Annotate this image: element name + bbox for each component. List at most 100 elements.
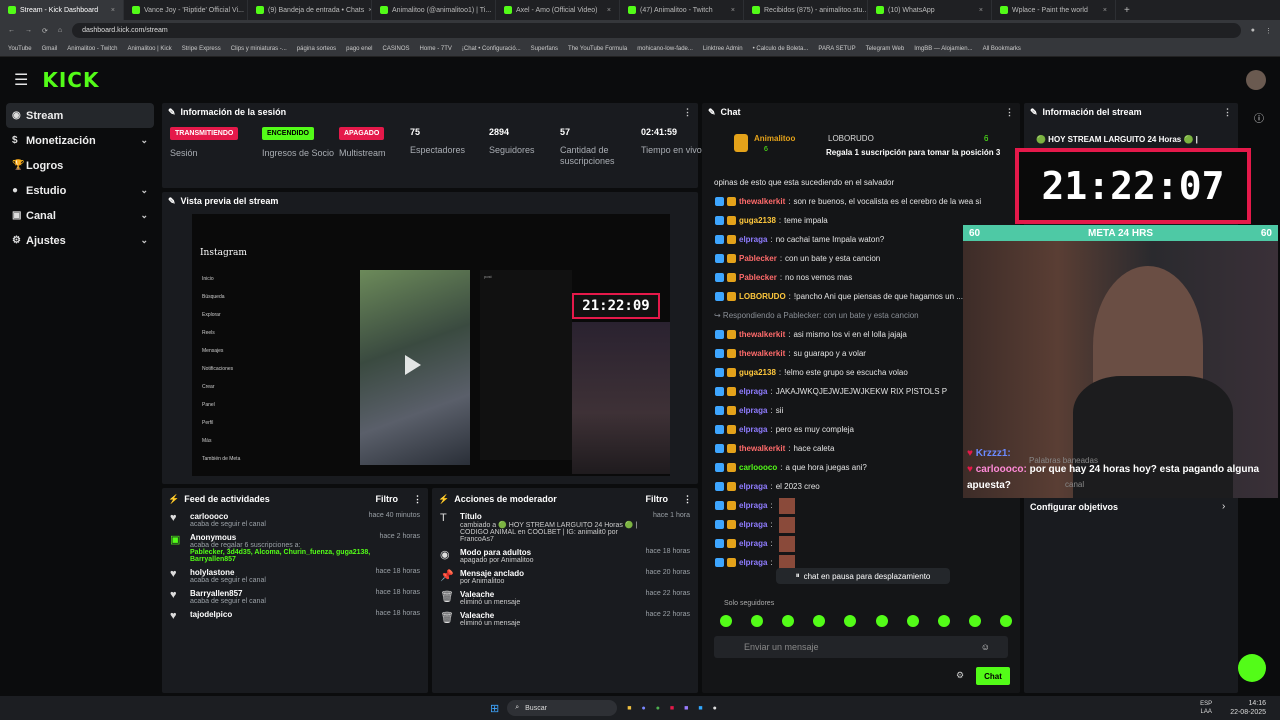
pause-banner[interactable]: ⏸ chat en pausa para desplazamiento — [776, 568, 950, 584]
feed-menu-icon[interactable]: ⋮ — [413, 494, 422, 505]
chat-username[interactable]: elpraga — [739, 501, 767, 510]
discord-icon[interactable]: ● — [641, 705, 645, 712]
chat-username[interactable]: elpraga — [739, 406, 767, 415]
kick-logo[interactable]: KICK — [42, 68, 99, 92]
bookmark-item[interactable]: Clips y miniaturas -... — [231, 46, 287, 52]
emote-icon[interactable] — [906, 615, 919, 627]
chat-username[interactable]: guga2138 — [739, 216, 776, 225]
browser-tab[interactable]: Wplace - Paint the world × — [992, 0, 1116, 20]
url-input[interactable]: dashboard.kick.com/stream — [72, 23, 1241, 38]
profile-icon[interactable]: ● — [1251, 27, 1255, 34]
bookmark-item[interactable]: Superfans — [531, 46, 558, 52]
bookmark-item[interactable]: ¡Chat • Configuració... — [462, 46, 521, 52]
emote-icon[interactable] — [720, 615, 732, 627]
mod-filter-button[interactable]: Filtro — [646, 494, 669, 504]
emote-icon[interactable] — [999, 615, 1012, 627]
bookmark-item[interactable]: mohicano-low-fade... — [637, 46, 693, 52]
chat-username[interactable]: guga2138 — [739, 368, 776, 377]
feed-filter-button[interactable]: Filtro — [376, 494, 399, 504]
bookmark-item[interactable]: página sorteos — [297, 46, 336, 52]
chat-username[interactable]: LOBORUDO — [739, 292, 786, 301]
premiere-icon[interactable]: ■ — [684, 705, 688, 712]
bookmark-item[interactable]: YouTube — [8, 46, 32, 52]
reload-icon[interactable]: ⟳ — [42, 27, 48, 35]
settings-icon[interactable]: ⚙ — [956, 670, 964, 681]
chevron-right-icon[interactable]: › — [1222, 501, 1225, 512]
bookmark-item[interactable]: Stripe Express — [182, 46, 221, 52]
language-indicator[interactable]: ESP LAA — [1200, 700, 1212, 716]
emote-icon[interactable] — [937, 615, 950, 627]
chat-username[interactable]: carloooco — [739, 463, 777, 472]
bookmark-item[interactable]: Linktree Admin — [703, 46, 743, 52]
sidebar-item-stream[interactable]: ◉ Stream — [6, 103, 154, 128]
photoshop-icon[interactable]: ■ — [698, 705, 702, 712]
emote-icon[interactable] — [968, 615, 981, 627]
chevron-down-icon[interactable]: ⌄ — [140, 185, 148, 196]
bookmark-item[interactable]: Animalitoo - Twitch — [67, 46, 117, 52]
chevron-down-icon[interactable]: ⌄ — [140, 235, 148, 246]
browser-tab[interactable]: (47) Animalitoo - Twitch × — [620, 0, 744, 20]
chat-username[interactable]: thewalkerkit — [739, 197, 785, 206]
chat-username[interactable]: Pablecker — [739, 254, 777, 263]
bookmark-item[interactable]: PARA SETUP — [818, 46, 855, 52]
chat-username[interactable]: elpraga — [739, 520, 767, 529]
bookmark-item[interactable]: The YouTube Formula — [568, 46, 627, 52]
browser-tab[interactable]: Recibidos (875) - animalitoo.stu...× — [744, 0, 868, 20]
tab-close-icon[interactable]: × — [111, 7, 115, 14]
windows-start-icon[interactable]: ⊞ — [490, 702, 499, 715]
tab-close-icon[interactable]: × — [731, 7, 735, 14]
bookmark-item[interactable]: Telegram Web — [866, 46, 905, 52]
avatar[interactable] — [1246, 70, 1266, 90]
emote-icon[interactable] — [844, 615, 857, 627]
steam-icon[interactable]: ● — [713, 705, 717, 712]
chrome-icon[interactable]: ● — [656, 705, 660, 712]
menu-icon[interactable]: ⋮ — [1265, 27, 1272, 35]
emote-icon[interactable] — [782, 615, 795, 627]
chat-input[interactable]: Enviar un mensaje ☺ — [714, 636, 1008, 658]
support-icon[interactable] — [1238, 654, 1266, 682]
session-menu-icon[interactable]: ⋮ — [683, 107, 692, 118]
info-circle-icon[interactable]: ⓘ — [1254, 110, 1264, 125]
sidebar-item-monetización[interactable]: $ Monetización ⌄ — [6, 128, 154, 153]
folder-icon[interactable]: ■ — [627, 705, 631, 712]
chat-send-button[interactable]: Chat — [976, 667, 1010, 685]
emote-icon[interactable] — [751, 615, 764, 627]
chat-message[interactable]: elpraga: — [702, 496, 1020, 515]
configure-goals-link[interactable]: Configurar objetivos — [1030, 502, 1118, 512]
back-icon[interactable]: ← — [8, 27, 15, 34]
chat-username[interactable]: thewalkerkit — [739, 444, 785, 453]
sidebar-item-logros[interactable]: 🏆 Logros — [6, 153, 154, 178]
tab-close-icon[interactable]: × — [607, 7, 611, 14]
feed-user[interactable]: tajodelpico — [190, 610, 368, 619]
chat-username[interactable]: elpraga — [739, 425, 767, 434]
chat-username[interactable]: elpraga — [739, 539, 767, 548]
info-menu-icon[interactable]: ⋮ — [1223, 107, 1232, 118]
browser-tab[interactable]: Axel - Amo (Official Video) × — [496, 0, 620, 20]
chat-username[interactable]: thewalkerkit — [739, 330, 785, 339]
feed-user[interactable]: Barryallen857 — [190, 589, 368, 598]
new-tab-icon[interactable]: + — [1124, 5, 1130, 16]
browser-tab[interactable]: Vance Joy - 'Riptide' Official Vi...× — [124, 0, 248, 20]
browser-tab[interactable]: Animalitoo (@animalitoo1) | Ti...× — [372, 0, 496, 20]
forward-icon[interactable]: → — [25, 27, 32, 34]
emote-picker-icon[interactable]: ☺ — [981, 642, 990, 652]
chat-username[interactable]: Pablecker — [739, 273, 777, 282]
bookmark-item[interactable]: ImgBB — Alojamien... — [914, 46, 972, 52]
video-thumbnail[interactable] — [360, 270, 470, 465]
feed-user[interactable]: carloooco — [190, 512, 361, 521]
chat-menu-icon[interactable]: ⋮ — [1005, 107, 1014, 118]
chat-username[interactable]: thewalkerkit — [739, 349, 785, 358]
sidebar-item-canal[interactable]: ▣ Canal ⌄ — [6, 203, 154, 228]
bookmark-item[interactable]: Gmail — [42, 46, 58, 52]
mod-menu-icon[interactable]: ⋮ — [683, 494, 692, 505]
feed-user[interactable]: holylastone — [190, 568, 368, 577]
chat-username[interactable]: elpraga — [739, 482, 767, 491]
hamburger-icon[interactable]: ☰ — [14, 70, 28, 90]
bookmark-item[interactable]: Home - 7TV — [420, 46, 452, 52]
bookmark-item[interactable]: • Calculo de Boleta... — [753, 46, 809, 52]
chat-message[interactable]: elpraga: — [702, 515, 1020, 534]
tab-close-icon[interactable]: × — [979, 7, 983, 14]
emote-icon[interactable] — [875, 615, 888, 627]
sidebar-item-ajustes[interactable]: ⚙ Ajustes ⌄ — [6, 228, 154, 253]
chat-message[interactable]: elpraga: — [702, 534, 1020, 553]
